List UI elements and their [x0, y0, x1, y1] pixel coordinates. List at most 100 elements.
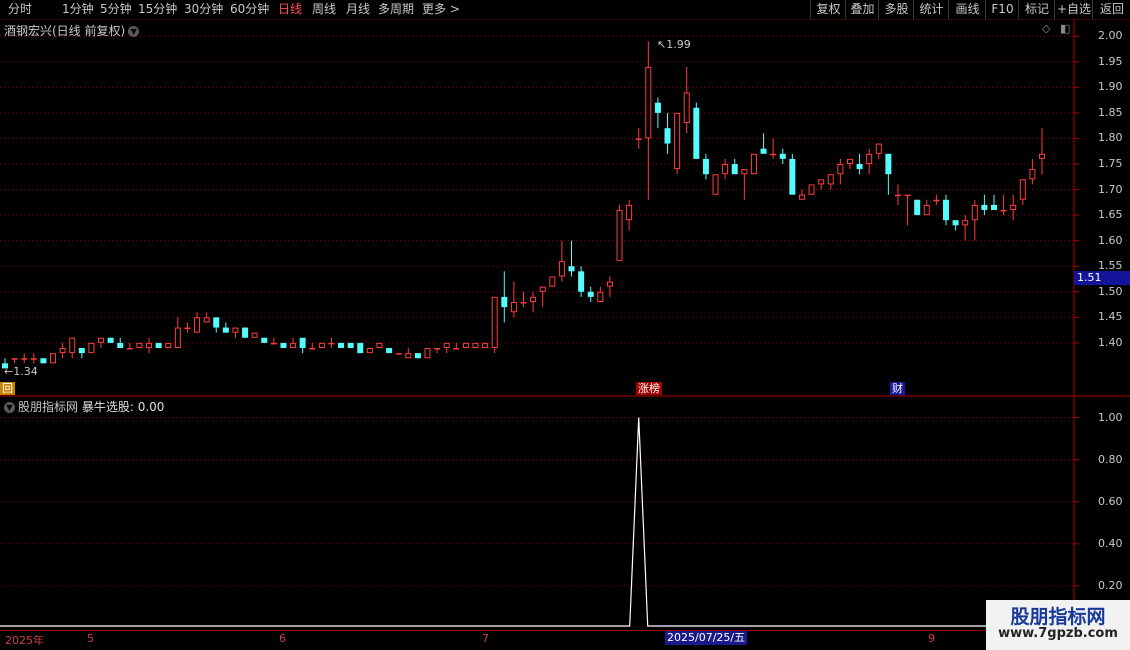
toolbar-button-2[interactable]: 多股 — [878, 0, 914, 19]
candle-body — [875, 143, 882, 154]
candle-body — [395, 353, 402, 355]
candle-body — [270, 342, 277, 345]
price-tick-label: 1.80 — [1098, 131, 1123, 145]
date-label-may: 5 — [87, 632, 94, 645]
candle-body — [674, 112, 681, 170]
candle-body — [683, 92, 690, 124]
candle-body — [21, 358, 28, 360]
period-tab-9[interactable]: 多周期 — [378, 1, 414, 18]
price-tick-label: 1.40 — [1098, 335, 1123, 349]
period-tab-6[interactable]: 日线 — [278, 1, 302, 18]
candle-body — [50, 353, 57, 364]
candle-body — [78, 348, 85, 354]
price-tick-label: 1.50 — [1098, 284, 1123, 298]
toolbar-button-1[interactable]: 叠加 — [845, 0, 879, 19]
indicator-title: ▼ 股朋指标网 暴牛选股: 0.00 — [4, 398, 164, 415]
candle-body — [405, 353, 412, 359]
window-icon[interactable]: ◧ — [1060, 22, 1070, 35]
candle-body — [990, 204, 997, 210]
period-tab-4[interactable]: 30分钟 — [184, 1, 223, 18]
left-marker-badge[interactable]: 回 — [0, 382, 15, 395]
candle-body — [568, 266, 575, 272]
period-tab-5[interactable]: 60分钟 — [230, 1, 269, 18]
price-tick-label: 1.95 — [1098, 54, 1123, 68]
finance-badge[interactable]: 财 — [890, 382, 905, 395]
candle-body — [1010, 204, 1017, 210]
candle-body — [194, 317, 201, 333]
candle-body — [424, 348, 431, 359]
candle-body — [40, 358, 47, 364]
candle-body — [731, 164, 738, 175]
candle-body — [779, 153, 786, 159]
candle-body — [174, 327, 181, 348]
date-label-sep: 9 — [928, 632, 935, 645]
candle-body — [798, 194, 805, 200]
period-tab-8[interactable]: 月线 — [346, 1, 370, 18]
current-price-tag: 1.51 — [1074, 271, 1130, 285]
candle-body — [885, 153, 892, 175]
toolbar-button-3[interactable]: 统计 — [913, 0, 949, 19]
candle-body — [760, 148, 767, 154]
price-tick-label: 1.45 — [1098, 310, 1123, 324]
candle-body — [530, 296, 537, 302]
period-tab-3[interactable]: 15分钟 — [138, 1, 177, 18]
period-tab-1[interactable]: 1分钟 — [62, 1, 94, 18]
candle-body — [510, 302, 517, 313]
period-tab-0[interactable]: 分时 — [8, 1, 32, 18]
price-tick-label: 1.70 — [1098, 182, 1123, 196]
period-tab-10[interactable]: 更多 > — [422, 1, 460, 18]
period-tab-7[interactable]: 周线 — [312, 1, 336, 18]
indicator-tick-label: 1.00 — [1098, 410, 1123, 424]
candle-body — [453, 348, 460, 350]
candle-body — [59, 348, 66, 354]
candle-body — [904, 194, 911, 197]
candle-body — [770, 153, 777, 156]
candle-body — [952, 220, 959, 226]
candle-body — [923, 204, 930, 216]
chevron-down-icon[interactable]: ▼ — [128, 26, 140, 37]
candle-body — [818, 179, 825, 185]
candle-body — [626, 204, 633, 221]
toolbar-button-4[interactable]: 画线 — [948, 0, 986, 19]
toolbar-button-6[interactable]: 标记 — [1018, 0, 1055, 19]
candle-body — [328, 342, 335, 345]
toolbar-button-7[interactable]: +自选 — [1054, 0, 1093, 19]
candle-body — [251, 332, 258, 338]
candle-body — [539, 286, 546, 292]
candle-body — [962, 220, 969, 226]
candle-body — [520, 302, 527, 304]
price-tick-label: 1.85 — [1098, 105, 1123, 119]
watermark-title: 股朋指标网 — [1010, 606, 1106, 628]
candle-body — [971, 204, 978, 221]
candle-body — [942, 199, 949, 221]
toolbar-button-0[interactable]: 复权 — [810, 0, 846, 19]
candle-body — [213, 317, 220, 328]
candle-body — [654, 102, 661, 113]
candle-body — [664, 128, 671, 144]
candle-body — [126, 348, 133, 350]
candle-body — [645, 66, 652, 139]
diamond-icon[interactable]: ◇ — [1042, 22, 1050, 35]
candle-body — [165, 342, 172, 348]
price-chart — [0, 19, 1130, 645]
toolbar-button-8[interactable]: 返回 — [1092, 0, 1130, 19]
candle-body — [386, 348, 393, 354]
price-tick-label: 1.60 — [1098, 233, 1123, 247]
candle-body — [88, 342, 95, 354]
candle-body — [856, 164, 863, 170]
chart-title: 酒钢宏兴(日线 前复权) ▼ — [4, 22, 140, 39]
indicator-source: 股朋指标网 — [18, 400, 79, 414]
candle-body — [462, 342, 469, 348]
candle-body — [472, 342, 479, 348]
candle-body — [635, 138, 642, 140]
chevron-down-icon[interactable]: ▼ — [4, 402, 15, 413]
candle-body — [933, 199, 940, 202]
price-tick-label: 1.65 — [1098, 208, 1123, 222]
period-tab-2[interactable]: 5分钟 — [100, 1, 132, 18]
toolbar-button-5[interactable]: F10 — [985, 0, 1019, 19]
limit-up-badge[interactable]: 涨榜 — [636, 382, 662, 395]
candle-body — [549, 276, 556, 287]
candle-body — [30, 358, 37, 360]
signal-line — [0, 417, 1074, 627]
price-tick-label: 1.90 — [1098, 80, 1123, 94]
